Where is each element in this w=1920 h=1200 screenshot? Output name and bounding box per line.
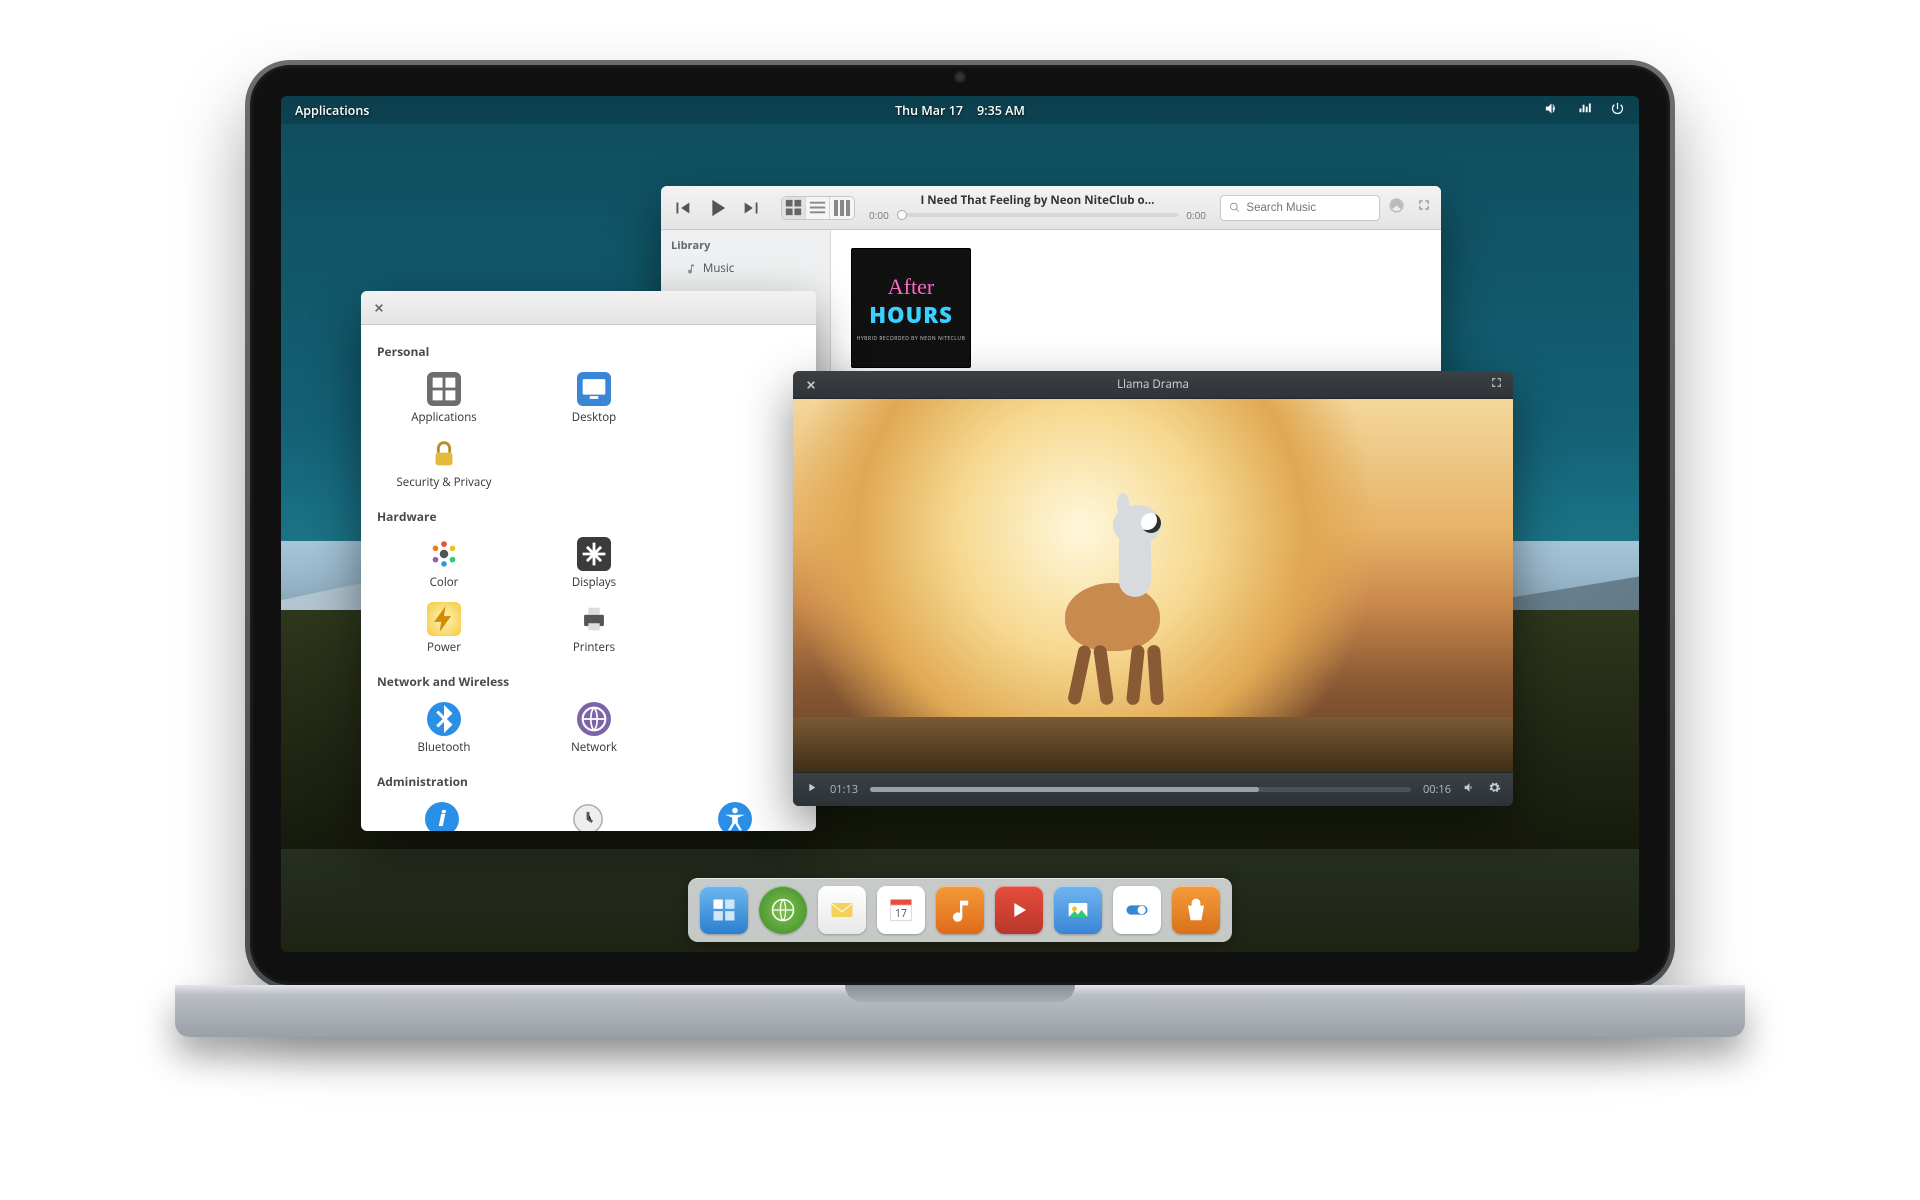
dock-photos-icon[interactable] xyxy=(1054,886,1102,934)
settings-item-security-privacy[interactable]: Security & Privacy xyxy=(369,433,519,494)
video-play-button[interactable] xyxy=(805,781,818,798)
category-hardware-heading: Hardware xyxy=(361,498,816,533)
video-seek-slider[interactable] xyxy=(870,787,1411,792)
video-settings-icon[interactable] xyxy=(1488,781,1501,798)
video-title: Llama Drama xyxy=(1117,377,1189,392)
time-elapsed: 0:00 xyxy=(869,208,889,222)
dock-videos-icon[interactable] xyxy=(995,886,1043,934)
settings-item-power[interactable]: Power xyxy=(369,598,519,659)
music-headerbar: I Need That Feeling by Neon NiteClub o… … xyxy=(661,186,1441,230)
settings-item-universal-access[interactable]: Universal Access xyxy=(662,798,808,831)
settings-item-desktop[interactable]: Desktop xyxy=(519,368,669,429)
svg-text:17: 17 xyxy=(895,907,907,921)
settings-item-network[interactable]: Network xyxy=(519,698,669,759)
video-remaining: 00:16 xyxy=(1423,782,1451,797)
category-admin-heading: Administration xyxy=(361,763,816,798)
dock-web-browser-icon[interactable] xyxy=(759,886,807,934)
sound-indicator-icon[interactable] xyxy=(1544,101,1559,120)
applications-menu[interactable]: Applications xyxy=(295,102,369,119)
video-controls: 01:13 00:16 xyxy=(793,772,1513,806)
llama-art xyxy=(1045,503,1195,713)
next-track-button[interactable] xyxy=(741,197,763,219)
power-indicator-icon[interactable] xyxy=(1610,101,1625,120)
laptop-bezel: Applications Thu Mar 17 9:35 AM xyxy=(245,60,1675,990)
music-search[interactable] xyxy=(1220,195,1380,221)
sidebar-library-heading: Library xyxy=(661,230,830,257)
view-list-button[interactable] xyxy=(806,197,830,219)
view-mode-segmented xyxy=(781,196,855,220)
dock-switchboard-icon[interactable] xyxy=(1113,886,1161,934)
laptop-base xyxy=(175,985,1745,1037)
now-playing-info: I Need That Feeling by Neon NiteClub o… … xyxy=(869,193,1206,222)
time-total: 0:00 xyxy=(1186,208,1206,222)
top-panel: Applications Thu Mar 17 9:35 AM xyxy=(281,96,1639,124)
dock-mail-icon[interactable] xyxy=(818,886,866,934)
dock-appcenter-icon[interactable] xyxy=(1172,886,1220,934)
category-personal-heading: Personal xyxy=(361,333,816,368)
settings-close-button[interactable] xyxy=(369,298,389,318)
sidebar-item-music[interactable]: Music xyxy=(661,257,830,280)
dock-calendar-icon[interactable]: 17 xyxy=(877,886,925,934)
view-grid-button[interactable] xyxy=(782,197,806,219)
music-search-input[interactable] xyxy=(1246,202,1371,214)
panel-time[interactable]: 9:35 AM xyxy=(977,102,1025,119)
video-headerbar: Llama Drama xyxy=(793,371,1513,399)
settings-item-date-time[interactable]: Date & Time xyxy=(515,798,661,831)
previous-track-button[interactable] xyxy=(671,197,693,219)
laptop-frame: Applications Thu Mar 17 9:35 AM xyxy=(175,60,1745,1100)
panel-date[interactable]: Thu Mar 17 xyxy=(895,102,963,119)
video-volume-icon[interactable] xyxy=(1463,781,1476,798)
settings-item-applications[interactable]: Applications xyxy=(369,368,519,429)
desktop-screen: Applications Thu Mar 17 9:35 AM xyxy=(281,96,1639,952)
network-indicator-icon[interactable] xyxy=(1577,101,1592,120)
settings-item-printers[interactable]: Printers xyxy=(519,598,669,659)
category-network-heading: Network and Wireless xyxy=(361,663,816,698)
video-canvas[interactable] xyxy=(793,399,1513,772)
video-fullscreen-button[interactable] xyxy=(1490,375,1503,394)
fullscreen-icon[interactable] xyxy=(1417,198,1431,217)
view-column-button[interactable] xyxy=(830,197,854,219)
equalizer-icon[interactable] xyxy=(1388,197,1405,219)
album-art[interactable]: After HOURS HYBRID RECORDED BY NEON NITE… xyxy=(851,248,971,368)
settings-item-color[interactable]: Color xyxy=(369,533,519,594)
settings-window: Personal Applications Desktop xyxy=(361,291,816,831)
play-button[interactable] xyxy=(703,194,731,222)
video-close-button[interactable] xyxy=(801,375,821,395)
video-window: Llama Drama 01:13 00:16 xyxy=(793,371,1513,806)
now-playing-title: I Need That Feeling by Neon NiteClub o… xyxy=(869,193,1206,208)
dock-music-icon[interactable] xyxy=(936,886,984,934)
settings-item-bluetooth[interactable]: Bluetooth xyxy=(369,698,519,759)
seek-slider[interactable] xyxy=(897,213,1178,217)
settings-item-displays[interactable]: Displays xyxy=(519,533,669,594)
page: Applications Thu Mar 17 9:35 AM xyxy=(0,0,1920,1200)
webcam-dot xyxy=(956,73,964,81)
dock: 17 xyxy=(688,878,1232,942)
dock-multitasking-icon[interactable] xyxy=(700,886,748,934)
settings-item-about[interactable]: i About xyxy=(369,798,515,831)
video-elapsed: 01:13 xyxy=(830,782,858,797)
svg-text:i: i xyxy=(439,804,447,831)
settings-headerbar xyxy=(361,291,816,325)
